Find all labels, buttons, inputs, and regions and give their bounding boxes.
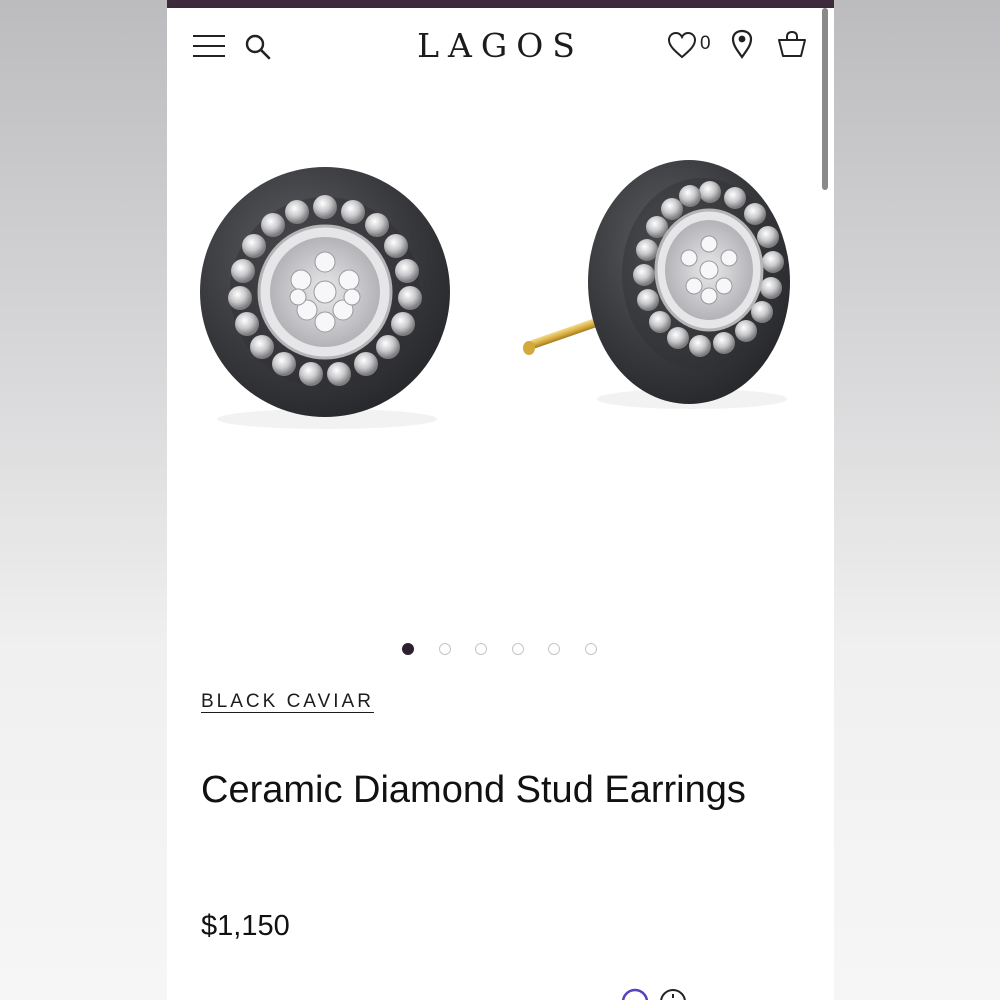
carousel-dot[interactable] <box>438 643 451 655</box>
wishlist-count: 0 <box>700 33 711 54</box>
product-price: $1,150 <box>201 910 290 942</box>
carousel-dots <box>167 643 834 657</box>
background-right <box>834 0 1000 1000</box>
product-image[interactable] <box>167 84 834 624</box>
shopping-bag-icon[interactable] <box>777 29 807 59</box>
carousel-dot[interactable] <box>475 643 487 655</box>
collection-link[interactable]: BLACK CAVIAR <box>201 691 374 713</box>
earrings-image <box>200 160 790 429</box>
scrollbar[interactable] <box>822 8 828 190</box>
carousel-dot[interactable] <box>402 643 414 655</box>
carousel-dot[interactable] <box>511 643 524 655</box>
right-earring <box>523 160 790 404</box>
mobile-page: LAGOS 0 BLACK CAVIAR Ceramic Diamond Stu… <box>167 0 834 1000</box>
left-earring <box>200 167 450 417</box>
background-left <box>0 0 167 1000</box>
heart-icon[interactable] <box>667 31 697 59</box>
partially-visible-icons <box>621 988 686 1000</box>
top-accent-bar <box>167 0 834 8</box>
location-pin-icon[interactable] <box>731 29 753 59</box>
site-header: LAGOS 0 <box>167 8 834 84</box>
carousel-dot[interactable] <box>584 643 597 655</box>
product-title: Ceramic Diamond Stud Earrings <box>201 769 746 811</box>
carousel-dot[interactable] <box>548 643 560 655</box>
